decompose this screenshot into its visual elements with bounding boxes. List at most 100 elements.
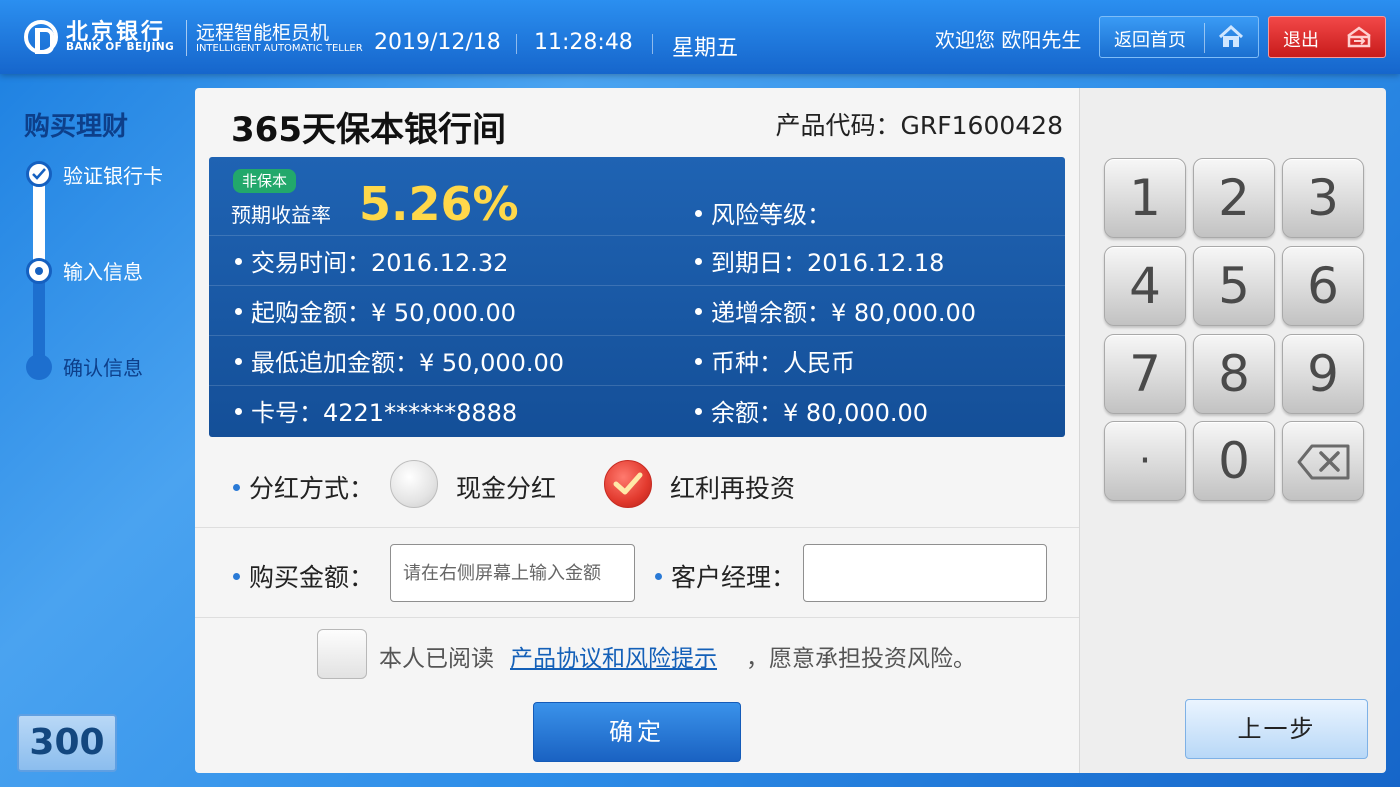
- min-purchase-amount-text: 起购金额：¥ 50,000.00: [251, 299, 517, 327]
- product-code-value: GRF1600428: [900, 111, 1063, 140]
- bullet: [233, 483, 240, 491]
- step-todo-indicator: [26, 354, 52, 380]
- expected-rate-value: 5.26%: [359, 177, 519, 231]
- radio-reinvest-dividend[interactable]: [604, 460, 652, 508]
- account-manager-input[interactable]: [803, 544, 1047, 602]
- product-info-panel: 非保本 预期收益率 5.26% 风险等级： 交易时间：2016.12.32 到期…: [209, 157, 1065, 437]
- system-name-en: INTELLIGENT AUTOMATIC TELLER: [196, 43, 363, 54]
- form-divider: [195, 617, 1079, 618]
- bullet: [235, 357, 242, 365]
- product-name: 365天保本银行间: [231, 110, 506, 150]
- countdown-timer: 300: [17, 714, 117, 772]
- key-decimal-point[interactable]: ·: [1104, 421, 1186, 501]
- system-name-cn: 远程智能柜员机: [196, 22, 330, 44]
- step-done-indicator: [26, 161, 52, 187]
- product-code: 产品代码：GRF1600428: [776, 106, 1063, 142]
- welcome-text: 欢迎您 欧阳先生: [935, 28, 1082, 52]
- header-date: 2019/12/18: [374, 30, 501, 55]
- home-button[interactable]: 返回首页: [1099, 16, 1259, 58]
- key-6[interactable]: 6: [1282, 246, 1364, 326]
- dividend-method-label: 分红方式：: [233, 469, 374, 505]
- key-2[interactable]: 2: [1193, 158, 1275, 238]
- expected-rate-label: 预期收益率: [231, 203, 331, 227]
- home-icon: [1218, 25, 1244, 47]
- maturity-date-text: 到期日：2016.12.18: [711, 249, 945, 277]
- exit-button[interactable]: 退出: [1268, 16, 1386, 58]
- increment-amount: 递增余额：¥ 80,000.00: [695, 293, 976, 328]
- dividend-method-label-text: 分红方式：: [249, 474, 375, 503]
- previous-step-button[interactable]: 上一步: [1185, 699, 1368, 759]
- key-9[interactable]: 9: [1282, 334, 1364, 414]
- bullet: [655, 572, 662, 580]
- key-1[interactable]: 1: [1104, 158, 1186, 238]
- radio-cash-dividend[interactable]: [390, 460, 438, 508]
- step-label-input-info: 输入信息: [63, 260, 143, 284]
- step-progress-fill: [33, 172, 45, 272]
- bullet: [235, 257, 242, 265]
- agreement-checkbox[interactable]: [317, 629, 367, 679]
- purchase-amount-input[interactable]: [390, 544, 635, 602]
- logo-divider: [186, 20, 187, 56]
- key-8[interactable]: 8: [1193, 334, 1275, 414]
- trade-time-text: 交易时间：2016.12.32: [251, 249, 509, 277]
- trade-time: 交易时间：2016.12.32: [235, 243, 508, 278]
- header-separator: [516, 34, 517, 54]
- bullet: [695, 407, 702, 415]
- maturity-date: 到期日：2016.12.18: [695, 243, 944, 278]
- min-purchase-amount: 起购金额：¥ 50,000.00: [235, 293, 516, 328]
- key-5[interactable]: 5: [1193, 246, 1275, 326]
- backspace-icon: [1297, 444, 1350, 480]
- bullet: [695, 307, 702, 315]
- account-balance-text: 余额：¥ 80,000.00: [711, 399, 929, 427]
- risk-level-text: 风险等级：: [711, 201, 831, 229]
- button-divider: [1204, 23, 1205, 53]
- min-additional-amount: 最低追加金额：¥ 50,000.00: [235, 343, 564, 378]
- confirm-button[interactable]: 确定: [533, 702, 741, 762]
- card-number: 卡号：4221******8888: [235, 393, 517, 428]
- info-divider: [209, 235, 1065, 236]
- key-backspace[interactable]: [1282, 421, 1364, 501]
- top-header: 北京银行 BANK OF BEIJING 远程智能柜员机 INTELLIGENT…: [0, 0, 1400, 74]
- agreement-text-suffix: ，愿意承担投资风险。: [746, 646, 976, 672]
- account-balance: 余额：¥ 80,000.00: [695, 393, 928, 428]
- account-manager-label: 客户经理：: [655, 558, 796, 594]
- header-weekday: 星期五: [672, 36, 739, 61]
- min-additional-amount-text: 最低追加金额：¥ 50,000.00: [251, 349, 565, 377]
- non-guaranteed-badge: 非保本: [233, 169, 297, 193]
- key-0[interactable]: 0: [1193, 421, 1275, 501]
- bullet: [235, 407, 242, 415]
- steps-title: 购买理财: [24, 112, 129, 142]
- purchase-amount-label: 购买金额：: [233, 558, 374, 594]
- product-code-label: 产品代码：: [775, 111, 901, 140]
- check-icon: [32, 168, 46, 180]
- currency: 币种：人民币: [695, 343, 855, 378]
- bank-logo-icon: [24, 20, 58, 54]
- home-button-label: 返回首页: [1114, 30, 1186, 51]
- form-divider: [195, 527, 1079, 528]
- header-separator: [652, 34, 653, 54]
- agreement-text-prefix: 本人已阅读: [379, 646, 494, 672]
- radio-reinvest-dividend-label[interactable]: 红利再投资: [670, 469, 795, 505]
- currency-text: 币种：人民币: [711, 349, 855, 377]
- card-number-text: 卡号：4221******8888: [251, 399, 518, 427]
- step-current-indicator: [26, 258, 52, 284]
- increment-amount-text: 递增余额：¥ 80,000.00: [711, 299, 977, 327]
- info-divider: [209, 285, 1065, 286]
- purchase-amount-label-text: 购买金额：: [249, 563, 375, 592]
- key-4[interactable]: 4: [1104, 246, 1186, 326]
- bank-name-en: BANK OF BEIJING: [66, 41, 175, 53]
- key-3[interactable]: 3: [1282, 158, 1364, 238]
- step-label-confirm-info: 确认信息: [63, 356, 143, 380]
- bullet: [233, 572, 240, 580]
- risk-level: 风险等级：: [695, 195, 831, 230]
- bullet: [695, 257, 702, 265]
- radio-cash-dividend-label[interactable]: 现金分红: [456, 469, 556, 505]
- agreement-link[interactable]: 产品协议和风险提示: [510, 639, 717, 673]
- bullet: [695, 209, 702, 217]
- bullet: [235, 307, 242, 315]
- header-time: 11:28:48: [534, 30, 633, 55]
- key-7[interactable]: 7: [1104, 334, 1186, 414]
- account-manager-label-text: 客户经理：: [671, 563, 797, 592]
- exit-button-label: 退出: [1283, 30, 1319, 51]
- info-divider: [209, 385, 1065, 386]
